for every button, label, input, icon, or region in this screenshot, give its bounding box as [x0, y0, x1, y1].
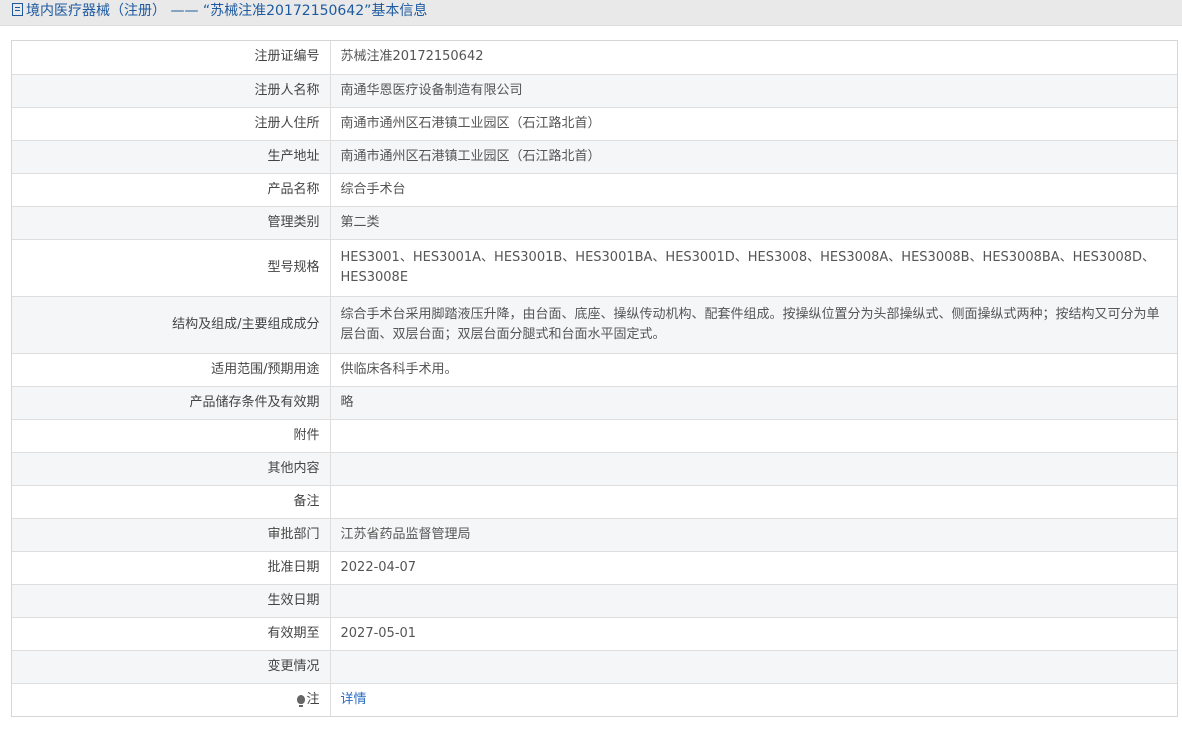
- table-row: 产品储存条件及有效期 略: [12, 385, 1177, 420]
- row-value-management-category: 第二类: [329, 205, 1177, 240]
- row-value-intended-use: 供临床各科手术用。: [329, 352, 1177, 387]
- title-bar: 境内医疗器械（注册） —— “苏械注准20172150642”基本信息: [0, 0, 1182, 26]
- row-label-management-category: 管理类别: [12, 205, 331, 240]
- table-row: 注 详情: [12, 682, 1177, 716]
- row-label-intended-use: 适用范围/预期用途: [12, 352, 331, 387]
- row-label-registrant-address: 注册人住所: [12, 106, 331, 141]
- row-label-registration-number: 注册证编号: [12, 41, 331, 75]
- row-label-model-spec: 型号规格: [12, 238, 331, 297]
- row-label-effective-date: 生效日期: [12, 583, 331, 618]
- info-table: 注册证编号 苏械注准20172150642 注册人名称 南通华恩医疗设备制造有限…: [12, 41, 1177, 716]
- table-row: 有效期至 2027-05-01: [12, 616, 1177, 651]
- row-label-valid-until: 有效期至: [12, 616, 331, 651]
- row-value-valid-until: 2027-05-01: [329, 616, 1177, 651]
- page-title-text: 境内医疗器械（注册） —— “苏械注准20172150642”基本信息: [26, 3, 428, 19]
- table-row: 生效日期: [12, 583, 1177, 618]
- row-value-structure: 综合手术台采用脚踏液压升降，由台面、底座、操纵传动机构、配套件组成。按操纵位置分…: [329, 295, 1177, 354]
- document-icon: [12, 3, 23, 16]
- row-value-registration-number: 苏械注准20172150642: [329, 41, 1177, 75]
- table-row: 审批部门 江苏省药品监督管理局: [12, 517, 1177, 552]
- table-row: 型号规格 HES3001、HES3001A、HES3001B、HES3001BA…: [12, 238, 1177, 297]
- row-value-registrant-name: 南通华恩医疗设备制造有限公司: [329, 73, 1177, 108]
- note-label-text: 注: [306, 691, 320, 707]
- table-row: 生产地址 南通市通州区石港镇工业园区（石江路北首）: [12, 139, 1177, 174]
- row-value-effective-date: [329, 583, 1177, 618]
- table-row: 变更情况: [12, 649, 1177, 684]
- table-row: 批准日期 2022-04-07: [12, 550, 1177, 585]
- table-row: 管理类别 第二类: [12, 205, 1177, 240]
- row-value-product-name: 综合手术台: [329, 172, 1177, 207]
- row-value-storage: 略: [329, 385, 1177, 420]
- row-value-approval-date: 2022-04-07: [329, 550, 1177, 585]
- table-row: 注册证编号 苏械注准20172150642: [12, 41, 1177, 75]
- row-value-production-address: 南通市通州区石港镇工业园区（石江路北首）: [329, 139, 1177, 174]
- info-table-frame: 注册证编号 苏械注准20172150642 注册人名称 南通华恩医疗设备制造有限…: [11, 40, 1178, 717]
- row-label-other-content: 其他内容: [12, 451, 331, 486]
- table-row: 产品名称 综合手术台: [12, 172, 1177, 207]
- row-label-approval-date: 批准日期: [12, 550, 331, 585]
- table-row: 附件: [12, 418, 1177, 453]
- row-label-production-address: 生产地址: [12, 139, 331, 174]
- row-value-approval-department: 江苏省药品监督管理局: [329, 517, 1177, 552]
- row-label-registrant-name: 注册人名称: [12, 73, 331, 108]
- row-label-storage: 产品储存条件及有效期: [12, 385, 331, 420]
- table-row: 结构及组成/主要组成成分 综合手术台采用脚踏液压升降，由台面、底座、操纵传动机构…: [12, 295, 1177, 354]
- row-value-other-content: [329, 451, 1177, 486]
- row-value-note: 详情: [329, 682, 1177, 716]
- row-value-attachments: [329, 418, 1177, 453]
- lightbulb-icon: [297, 694, 306, 707]
- row-value-model-spec: HES3001、HES3001A、HES3001B、HES3001BA、HES3…: [329, 238, 1177, 297]
- details-link[interactable]: 详情: [341, 692, 367, 707]
- row-label-remarks: 备注: [12, 484, 331, 519]
- table-row: 适用范围/预期用途 供临床各科手术用。: [12, 352, 1177, 387]
- row-label-approval-department: 审批部门: [12, 517, 331, 552]
- row-value-registrant-address: 南通市通州区石港镇工业园区（石江路北首）: [329, 106, 1177, 141]
- row-value-change-status: [329, 649, 1177, 684]
- row-label-structure: 结构及组成/主要组成成分: [12, 295, 331, 354]
- row-value-remarks: [329, 484, 1177, 519]
- page-title: 境内医疗器械（注册） —— “苏械注准20172150642”基本信息: [12, 1, 427, 21]
- row-label-product-name: 产品名称: [12, 172, 331, 207]
- table-row: 注册人住所 南通市通州区石港镇工业园区（石江路北首）: [12, 106, 1177, 141]
- table-row: 其他内容: [12, 451, 1177, 486]
- table-row: 备注: [12, 484, 1177, 519]
- row-label-change-status: 变更情况: [12, 649, 331, 684]
- table-row: 注册人名称 南通华恩医疗设备制造有限公司: [12, 73, 1177, 108]
- row-label-attachments: 附件: [12, 418, 331, 453]
- row-label-note: 注: [12, 682, 331, 716]
